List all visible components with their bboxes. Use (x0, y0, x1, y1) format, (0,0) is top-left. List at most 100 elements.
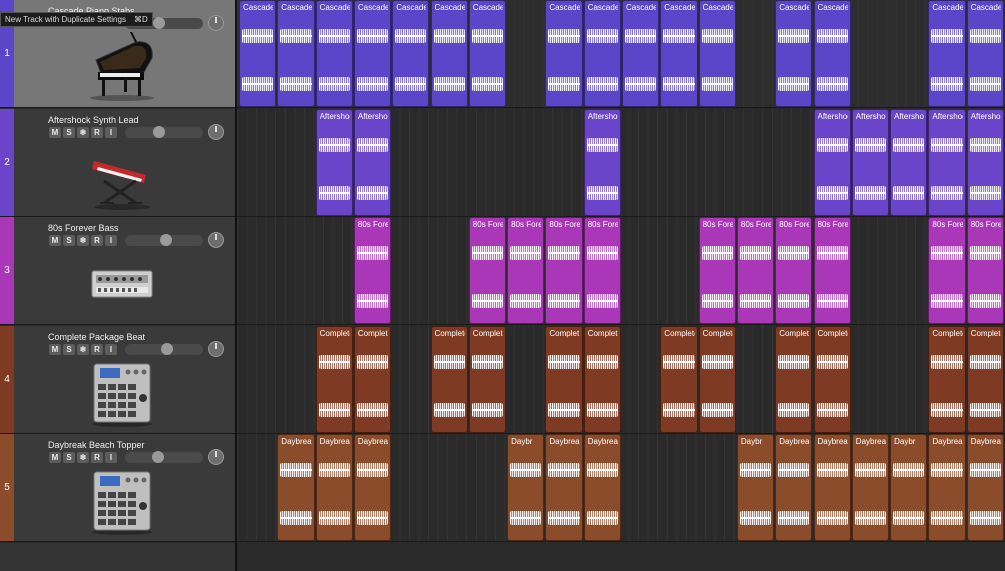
audio-region[interactable]: 80s Fore (698, 217, 736, 325)
audio-region[interactable]: Daybr (890, 434, 928, 542)
audio-region[interactable]: 80s Fore (583, 217, 621, 325)
volume-slider[interactable] (125, 234, 203, 247)
track-lane[interactable]: 80s Fore 80s Fore 80s Fore 80s Fore 80s Fore… (237, 217, 1005, 326)
audio-region[interactable]: Cascade (468, 0, 507, 107)
pan-knob[interactable] (208, 15, 224, 31)
audio-region[interactable]: Cascade (966, 0, 1004, 107)
audio-region[interactable]: Complet (545, 325, 583, 433)
track-name[interactable]: Daybreak Beach Topper (48, 440, 144, 450)
audio-region[interactable]: Complete (928, 325, 966, 433)
audio-region[interactable]: Complete (315, 325, 353, 433)
volume-slider[interactable] (125, 342, 203, 355)
track-lane[interactable]: Aftershoc Aftershoc Aftershoc Aftershoc Afte… (237, 108, 1005, 217)
pan-knob[interactable] (208, 123, 224, 140)
record-enable-button[interactable]: R (91, 126, 103, 138)
volume-slider-handle[interactable] (153, 125, 166, 138)
audio-region[interactable]: Cascade (239, 0, 277, 107)
freeze-button[interactable]: ❄ (77, 126, 89, 138)
audio-region[interactable]: Daybreak (353, 434, 392, 542)
volume-slider[interactable] (125, 125, 203, 138)
track-header[interactable]: 3 80s Forever Bass M S ❄ R I (0, 217, 236, 326)
freeze-button[interactable]: ❄ (77, 235, 89, 247)
input-monitor-button[interactable]: I (105, 235, 117, 247)
audio-region[interactable]: 80s Fore (507, 217, 545, 325)
audio-region[interactable]: Complete (353, 325, 392, 433)
input-monitor-button[interactable]: I (105, 343, 117, 355)
track-name[interactable]: Aftershock Synth Lead (48, 115, 139, 125)
audio-region[interactable]: Cascade (430, 0, 468, 107)
volume-slider-handle[interactable] (153, 17, 166, 29)
audio-region[interactable]: 80s Fore (468, 217, 507, 325)
audio-region[interactable]: Complete (775, 325, 813, 433)
record-enable-button[interactable]: R (91, 235, 103, 247)
audio-region[interactable]: 80s Fore (813, 217, 851, 325)
mute-button[interactable]: M (49, 235, 61, 247)
volume-slider-handle[interactable] (161, 342, 174, 355)
audio-region[interactable]: Aftershoc (966, 108, 1004, 216)
solo-button[interactable]: S (63, 235, 75, 247)
audio-region[interactable]: Cascade (392, 0, 430, 107)
audio-region[interactable]: Complete (698, 325, 736, 433)
input-monitor-button[interactable]: I (105, 452, 117, 464)
solo-button[interactable]: S (63, 452, 75, 464)
audio-region[interactable]: Aftershoc (890, 108, 928, 216)
audio-region[interactable]: Daybr (736, 434, 775, 542)
audio-region[interactable]: Complete (813, 325, 851, 433)
audio-region[interactable]: Aftershoc (928, 108, 966, 216)
audio-region[interactable]: Daybreak (315, 434, 353, 542)
track-header[interactable]: 4 Complete Package Beat M S ❄ R I (0, 325, 236, 434)
input-monitor-button[interactable]: I (105, 126, 117, 138)
track-header-body[interactable]: Complete Package Beat M S ❄ R I (14, 325, 236, 433)
record-enable-button[interactable]: R (91, 452, 103, 464)
track-lane[interactable]: Daybreak Daybreak Daybreak Daybr Daybreak Day… (237, 434, 1005, 543)
arrangement-area[interactable]: Cascade Cascade Cascade Cascade Cascade Casca… (237, 0, 1005, 571)
audio-region[interactable]: Complete (583, 325, 621, 433)
volume-slider[interactable] (125, 451, 203, 464)
audio-region[interactable]: Complete (430, 325, 468, 433)
audio-region[interactable]: Daybr (507, 434, 545, 542)
audio-region[interactable]: Cascade (775, 0, 813, 107)
audio-region[interactable]: Cascade (698, 0, 736, 107)
freeze-button[interactable]: ❄ (77, 452, 89, 464)
audio-region[interactable]: Complete (468, 325, 507, 433)
audio-region[interactable]: Cascade (277, 0, 315, 107)
track-header[interactable]: 5 Daybreak Beach Topper M S ❄ R I (0, 434, 236, 543)
audio-region[interactable]: Complete (660, 325, 698, 433)
audio-region[interactable]: Cascade (545, 0, 583, 107)
solo-button[interactable]: S (63, 343, 75, 355)
audio-region[interactable]: Cascade (583, 0, 621, 107)
audio-region[interactable]: 80s Fore (966, 217, 1004, 325)
audio-region[interactable]: 80s Fore (545, 217, 583, 325)
track-header[interactable]: 2 Aftershock Synth Lead M S ❄ R I (0, 108, 236, 217)
audio-region[interactable]: 80s Fore (928, 217, 966, 325)
pan-knob[interactable] (208, 449, 224, 466)
audio-region[interactable]: Daybreak (775, 434, 813, 542)
audio-region[interactable]: Daybreak (851, 434, 890, 542)
audio-region[interactable]: 80s Fore (353, 217, 392, 325)
track-header-body[interactable]: 80s Forever Bass M S ❄ R I (14, 217, 236, 325)
audio-region[interactable]: Aftershoc (851, 108, 890, 216)
audio-region[interactable]: Cascade (928, 0, 966, 107)
track-header-body[interactable]: Aftershock Synth Lead M S ❄ R I (14, 108, 236, 216)
empty-track-area[interactable] (0, 543, 236, 571)
audio-region[interactable]: Daybreak (813, 434, 851, 542)
mute-button[interactable]: M (49, 126, 61, 138)
volume-slider-handle[interactable] (151, 451, 164, 464)
track-name[interactable]: Complete Package Beat (48, 332, 145, 342)
audio-region[interactable]: Cascade (813, 0, 851, 107)
track-name[interactable]: 80s Forever Bass (48, 223, 119, 233)
solo-button[interactable]: S (63, 126, 75, 138)
audio-region[interactable]: 80s Fore (736, 217, 775, 325)
audio-region[interactable]: Aftershoc (583, 108, 621, 216)
audio-region[interactable]: Cascade (622, 0, 660, 107)
volume-slider-handle[interactable] (159, 234, 172, 247)
record-enable-button[interactable]: R (91, 343, 103, 355)
track-header-body[interactable]: Daybreak Beach Topper M S ❄ R I (14, 434, 236, 542)
audio-region[interactable]: Aftershoc (813, 108, 851, 216)
track-lane[interactable]: Complete Complete Complete Complete Complet C… (237, 325, 1005, 434)
audio-region[interactable]: Aftershoc (353, 108, 392, 216)
freeze-button[interactable]: ❄ (77, 343, 89, 355)
audio-region[interactable]: Daybreak (583, 434, 621, 542)
track-lane[interactable]: Cascade Cascade Cascade Cascade Cascade Casca… (237, 0, 1005, 108)
audio-region[interactable]: 80s Fore (775, 217, 813, 325)
